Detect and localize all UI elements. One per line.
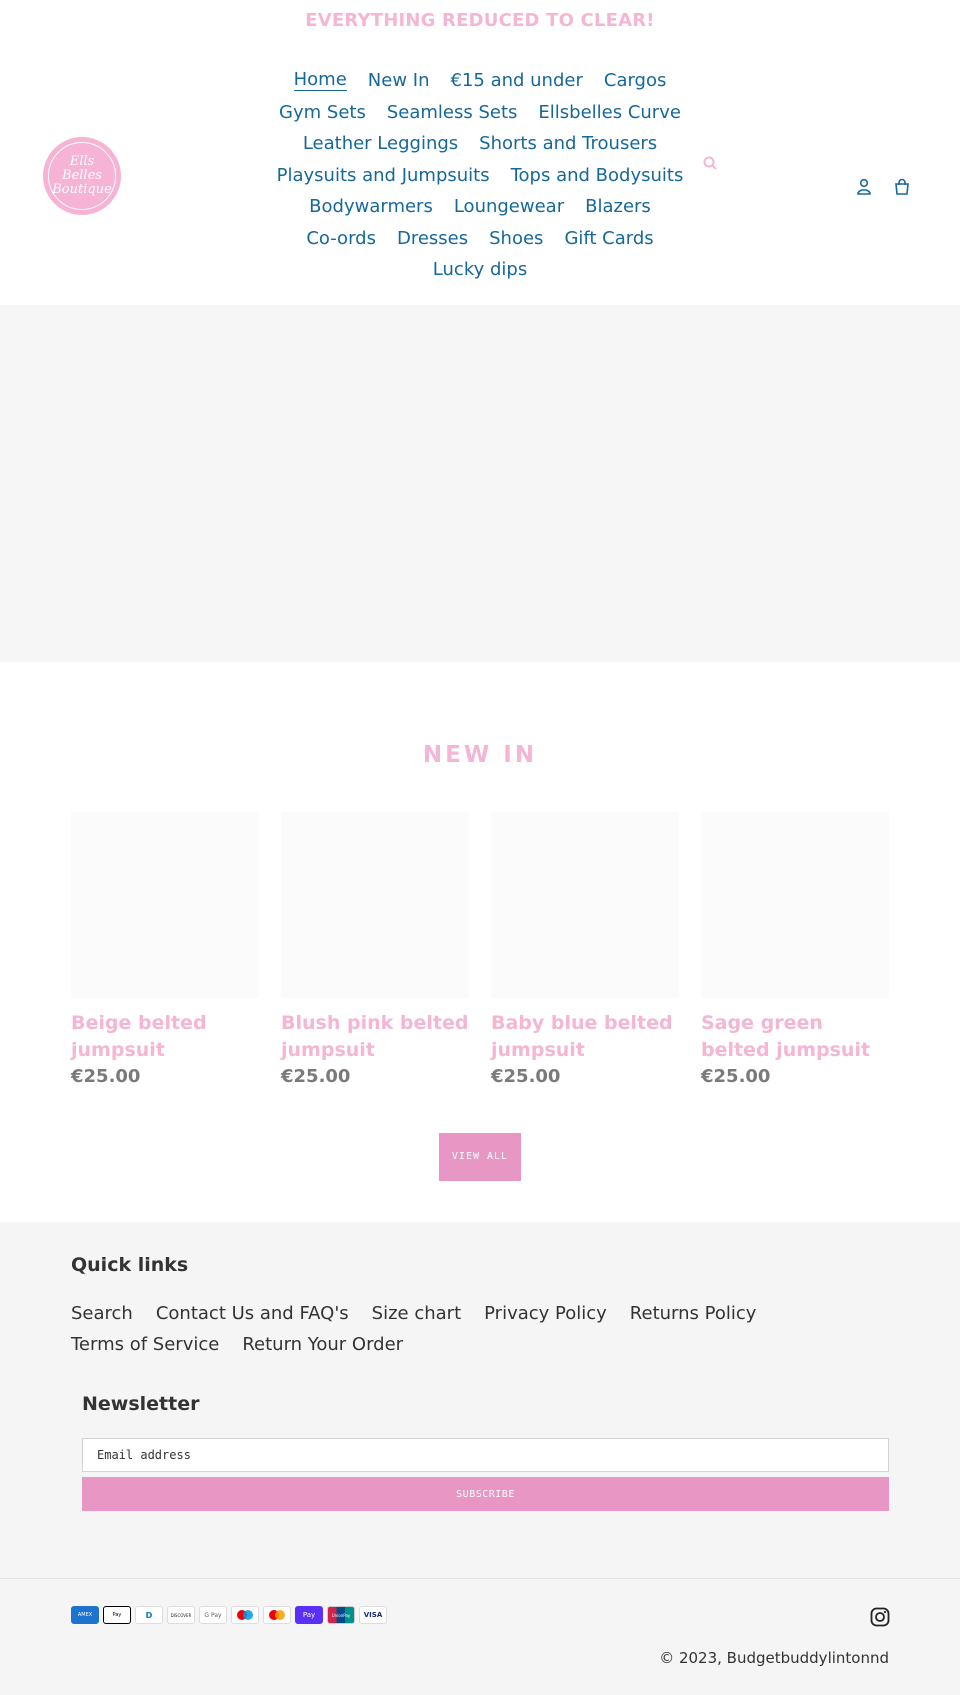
nav-row: Bodywarmers Loungewear Blazers	[260, 191, 700, 223]
amex-icon: AMEX	[71, 1606, 99, 1624]
footer-divider	[0, 1578, 960, 1579]
copyright: © 2023, Budgetbuddylintonnd	[659, 1649, 889, 1667]
nav-row: Home New In €15 and under Cargos	[260, 65, 700, 97]
product-title[interactable]: Sage green belted jumpsuit	[701, 1010, 889, 1064]
footer-link-size-chart[interactable]: Size chart	[372, 1303, 461, 1324]
nav-item-shoes[interactable]: Shoes	[489, 228, 543, 249]
nav-item-gym-sets[interactable]: Gym Sets	[279, 102, 366, 123]
subscribe-button[interactable]: SUBSCRIBE	[82, 1477, 889, 1511]
product-image[interactable]	[701, 812, 889, 998]
logo-line-2: Belles	[62, 168, 102, 183]
payment-icons: AMEX Pay D DISCOVER G Pay Pay UnionPay V…	[71, 1606, 387, 1624]
logo-line-1: Ells	[69, 154, 95, 169]
nav-item-dresses[interactable]: Dresses	[397, 228, 468, 249]
search-icon[interactable]	[702, 155, 720, 173]
google-pay-icon: G Pay	[199, 1606, 227, 1624]
nav-item-seamless-sets[interactable]: Seamless Sets	[387, 102, 518, 123]
product-image[interactable]	[491, 812, 679, 998]
view-all-button[interactable]: VIEW ALL	[439, 1133, 521, 1181]
nav-item-gift-cards[interactable]: Gift Cards	[564, 228, 653, 249]
hero-banner	[0, 305, 960, 662]
union-pay-icon: UnionPay	[327, 1606, 355, 1624]
nav-item-new-in[interactable]: New In	[368, 70, 430, 91]
product-price: €25.00	[701, 1066, 771, 1087]
nav-item-home[interactable]: Home	[293, 70, 347, 92]
quick-links-title: Quick links	[71, 1254, 189, 1276]
newsletter-title: Newsletter	[82, 1393, 200, 1415]
nav-row: Co-ords Dresses Shoes Gift Cards	[260, 223, 700, 255]
logo-line-3: Boutique	[52, 182, 112, 197]
visa-icon: VISA	[359, 1606, 387, 1624]
product-price: €25.00	[491, 1066, 561, 1087]
site-footer: Quick links Search Contact Us and FAQ's …	[0, 1222, 960, 1695]
product-card[interactable]: Blush pink belted jumpsuit €25.00	[281, 812, 469, 1087]
product-grid: Beige belted jumpsuit €25.00 Blush pink …	[71, 812, 889, 1092]
quick-links-row: Search Contact Us and FAQ's Size chart P…	[71, 1298, 831, 1329]
nav-item-loungewear[interactable]: Loungewear	[454, 196, 564, 217]
shop-pay-icon: Pay	[295, 1606, 323, 1624]
cart-icon[interactable]	[893, 178, 911, 196]
maestro-icon	[231, 1606, 259, 1624]
nav-item-shorts-and-trousers[interactable]: Shorts and Trousers	[479, 133, 657, 154]
apple-pay-icon: Pay	[103, 1606, 131, 1624]
instagram-icon[interactable]	[870, 1607, 890, 1627]
product-card[interactable]: Beige belted jumpsuit €25.00	[71, 812, 259, 1087]
nav-row: Lucky dips	[260, 254, 700, 286]
product-card[interactable]: Baby blue belted jumpsuit €25.00	[491, 812, 679, 1087]
nav-item-bodywarmers[interactable]: Bodywarmers	[309, 196, 433, 217]
nav-item-co-ords[interactable]: Co-ords	[306, 228, 376, 249]
nav-item-blazers[interactable]: Blazers	[585, 196, 651, 217]
product-title[interactable]: Beige belted jumpsuit	[71, 1010, 259, 1064]
nav-item-15-and-under[interactable]: €15 and under	[450, 70, 582, 91]
nav-item-lucky-dips[interactable]: Lucky dips	[433, 259, 527, 280]
nav-row: Playsuits and Jumpsuits Tops and Bodysui…	[260, 160, 700, 192]
nav-row: Gym Sets Seamless Sets Ellsbelles Curve	[260, 97, 700, 129]
nav-item-tops-and-bodysuits[interactable]: Tops and Bodysuits	[511, 165, 684, 186]
product-card[interactable]: Sage green belted jumpsuit €25.00	[701, 812, 889, 1087]
footer-link-terms[interactable]: Terms of Service	[71, 1334, 219, 1355]
footer-link-return-order[interactable]: Return Your Order	[242, 1334, 403, 1355]
product-price: €25.00	[281, 1066, 351, 1087]
quick-links: Search Contact Us and FAQ's Size chart P…	[71, 1298, 831, 1360]
footer-link-returns-policy[interactable]: Returns Policy	[630, 1303, 757, 1324]
nav-item-cargos[interactable]: Cargos	[604, 70, 667, 91]
logo-mark: Ells Belles Boutique	[48, 142, 116, 210]
account-icon[interactable]	[856, 178, 872, 196]
nav-row: Leather Leggings Shorts and Trousers	[260, 128, 700, 160]
footer-link-search[interactable]: Search	[71, 1303, 133, 1324]
product-price: €25.00	[71, 1066, 141, 1087]
product-image[interactable]	[281, 812, 469, 998]
nav-item-leather-leggings[interactable]: Leather Leggings	[303, 133, 458, 154]
email-field[interactable]	[82, 1438, 889, 1472]
main-nav: Home New In €15 and under Cargos Gym Set…	[260, 65, 700, 286]
store-logo[interactable]: Ells Belles Boutique	[43, 137, 121, 215]
footer-link-contact[interactable]: Contact Us and FAQ's	[156, 1303, 349, 1324]
diners-club-icon: D	[135, 1606, 163, 1624]
site-header: Ells Belles Boutique Home New In €15 and…	[0, 0, 960, 305]
nav-item-playsuits-and-jumpsuits[interactable]: Playsuits and Jumpsuits	[277, 165, 490, 186]
product-image[interactable]	[71, 812, 259, 998]
section-title-new-in: NEW IN	[422, 742, 538, 768]
discover-icon: DISCOVER	[167, 1606, 195, 1624]
mastercard-icon	[263, 1606, 291, 1624]
quick-links-row: Terms of Service Return Your Order	[71, 1329, 831, 1360]
product-title[interactable]: Blush pink belted jumpsuit	[281, 1010, 469, 1064]
footer-link-privacy-policy[interactable]: Privacy Policy	[484, 1303, 607, 1324]
product-title[interactable]: Baby blue belted jumpsuit	[491, 1010, 679, 1064]
nav-item-ellsbelles-curve[interactable]: Ellsbelles Curve	[538, 102, 681, 123]
